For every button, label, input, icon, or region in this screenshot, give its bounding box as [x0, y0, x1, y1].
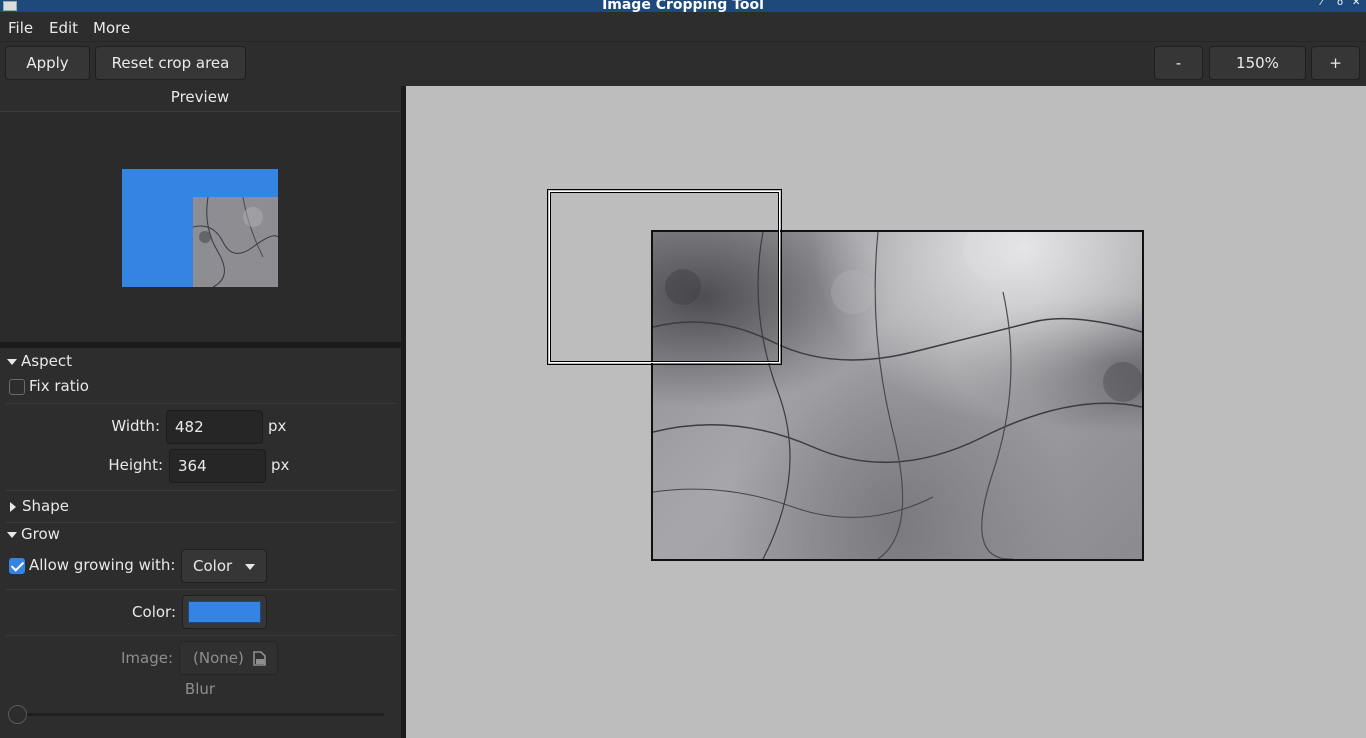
blur-slider-track[interactable] [14, 713, 384, 716]
image-file-button[interactable]: (None) [179, 641, 278, 675]
fix-ratio-checkbox[interactable] [9, 379, 25, 395]
color-picker-button[interactable] [182, 595, 267, 629]
height-field[interactable]: 364 [169, 449, 266, 483]
color-label: Color: [132, 603, 176, 621]
blur-slider-knob[interactable] [8, 705, 27, 724]
zoom-out-button[interactable]: - [1154, 46, 1203, 80]
height-unit: px [271, 456, 290, 474]
grow-mode-dropdown[interactable]: Color [181, 549, 267, 583]
menu-file[interactable]: File [8, 19, 33, 37]
allow-growing-label: Allow growing with: [29, 556, 176, 574]
separator [6, 490, 396, 491]
apply-button[interactable]: Apply [5, 46, 90, 80]
fix-ratio-label: Fix ratio [29, 377, 89, 395]
grow-section-header[interactable]: Grow [7, 525, 60, 543]
crop-rectangle[interactable] [547, 189, 782, 365]
width-label: Width: [111, 417, 160, 435]
toolbar: Apply Reset crop area - 150% + [0, 42, 1366, 86]
separator [6, 635, 396, 636]
expander-down-icon [7, 531, 17, 538]
expander-right-icon [10, 501, 16, 512]
preview-title: Preview [170, 88, 230, 106]
separator [6, 522, 396, 523]
separator [6, 589, 396, 590]
shape-section-header[interactable]: Shape [7, 497, 69, 515]
close-icon[interactable]: ✕ [1352, 0, 1360, 8]
allow-growing-checkbox[interactable] [9, 558, 25, 574]
aspect-section-header[interactable]: Aspect [7, 352, 72, 370]
menu-bar: File Edit More [0, 12, 1366, 42]
maximize-icon[interactable]: o [1337, 0, 1343, 8]
width-unit: px [268, 417, 287, 435]
image-label: Image: [120, 649, 173, 667]
color-swatch [188, 601, 261, 623]
chevron-down-icon [245, 564, 255, 570]
minimize-icon[interactable]: ⁄ [1321, 0, 1323, 8]
width-field[interactable]: 482 [166, 410, 263, 444]
menu-edit[interactable]: Edit [49, 19, 78, 37]
zoom-level[interactable]: 150% [1209, 46, 1306, 80]
zoom-in-button[interactable]: + [1311, 46, 1360, 80]
preview-divider[interactable] [0, 342, 402, 348]
separator [6, 403, 396, 404]
document-open-icon [253, 651, 266, 666]
preview-area [0, 111, 400, 343]
sidebar: Preview Aspect Fix ratio Width: 482 px H… [0, 86, 402, 738]
preview-image [193, 197, 278, 287]
image-canvas[interactable] [406, 86, 1366, 738]
expander-down-icon [7, 358, 17, 365]
height-label: Height: [108, 456, 163, 474]
blur-label: Blur [184, 680, 216, 698]
menu-more[interactable]: More [93, 19, 130, 37]
reset-crop-area-button[interactable]: Reset crop area [95, 46, 246, 80]
title-bar: Image Cropping Tool ⁄ o ✕ [0, 0, 1366, 13]
